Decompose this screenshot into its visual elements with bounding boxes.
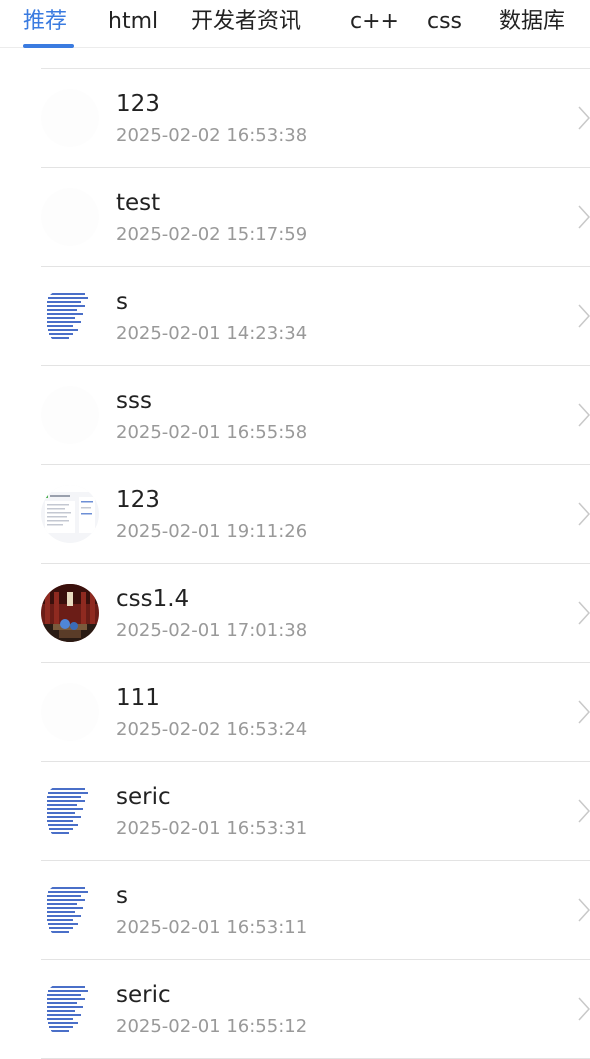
item-timestamp: 2025-02-02 16:53:38 (116, 125, 308, 146)
article-list: 123 2025-02-02 16:53:38 test 2025-02-02 … (41, 69, 590, 1059)
item-title: 111 (116, 685, 160, 711)
text-document-thumbnail (41, 782, 99, 840)
item-title: seric (116, 784, 171, 810)
item-timestamp: 2025-02-01 14:23:34 (116, 323, 308, 344)
chevron-right-icon (578, 997, 590, 1021)
tab-database[interactable]: 数据库 (499, 0, 565, 48)
item-timestamp: 2025-02-02 15:17:59 (116, 224, 308, 245)
item-timestamp: 2025-02-01 19:11:26 (116, 521, 308, 542)
blank-thumbnail (41, 386, 99, 444)
category-tab-bar: 推荐 html 开发者资讯 c++ css 数据库 (0, 0, 590, 48)
item-timestamp: 2025-02-01 16:55:58 (116, 422, 308, 443)
list-item[interactable]: seric 2025-02-01 16:53:31 (41, 762, 590, 861)
text-document-thumbnail (41, 980, 99, 1038)
photo-thumbnail (41, 584, 99, 642)
tab-cpp[interactable]: c++ (350, 0, 399, 48)
item-title: s (116, 289, 128, 315)
chevron-right-icon (578, 502, 590, 526)
active-tab-indicator (23, 44, 74, 48)
item-title: s (116, 883, 128, 909)
tab-html[interactable]: html (108, 0, 158, 48)
item-title: 123 (116, 487, 160, 513)
list-item[interactable]: sss 2025-02-01 16:55:58 (41, 366, 590, 465)
chevron-right-icon (578, 205, 590, 229)
item-title: css1.4 (116, 586, 190, 612)
chevron-right-icon (578, 304, 590, 328)
item-timestamp: 2025-02-02 16:53:24 (116, 719, 308, 740)
list-item[interactable]: seric 2025-02-01 16:55:12 (41, 960, 590, 1059)
chevron-right-icon (578, 700, 590, 724)
chevron-right-icon (578, 898, 590, 922)
blank-thumbnail (41, 89, 99, 147)
tab-recommended[interactable]: 推荐 (23, 0, 67, 48)
tab-developer-news[interactable]: 开发者资讯 (191, 0, 301, 48)
item-timestamp: 2025-02-01 16:53:31 (116, 818, 308, 839)
webpage-screenshot-thumbnail (41, 485, 99, 543)
list-item[interactable]: test 2025-02-02 15:17:59 (41, 168, 590, 267)
list-item[interactable]: css1.4 2025-02-01 17:01:38 (41, 564, 590, 663)
list-item[interactable]: s 2025-02-01 16:53:11 (41, 861, 590, 960)
list-item[interactable]: 123 2025-02-01 19:11:26 (41, 465, 590, 564)
blank-thumbnail (41, 188, 99, 246)
list-item[interactable]: s 2025-02-01 14:23:34 (41, 267, 590, 366)
item-title: 123 (116, 91, 160, 117)
chevron-right-icon (578, 403, 590, 427)
text-document-thumbnail (41, 881, 99, 939)
item-timestamp: 2025-02-01 16:53:11 (116, 917, 308, 938)
tab-css[interactable]: css (427, 0, 462, 48)
item-timestamp: 2025-02-01 17:01:38 (116, 620, 308, 641)
chevron-right-icon (578, 601, 590, 625)
blank-thumbnail (41, 683, 99, 741)
item-title: sss (116, 388, 152, 414)
item-title: test (116, 190, 161, 216)
text-document-thumbnail (41, 287, 99, 345)
list-item[interactable]: 111 2025-02-02 16:53:24 (41, 663, 590, 762)
chevron-right-icon (578, 799, 590, 823)
chevron-right-icon (578, 106, 590, 130)
list-item[interactable]: 123 2025-02-02 16:53:38 (41, 69, 590, 168)
item-timestamp: 2025-02-01 16:55:12 (116, 1016, 308, 1037)
item-title: seric (116, 982, 171, 1008)
